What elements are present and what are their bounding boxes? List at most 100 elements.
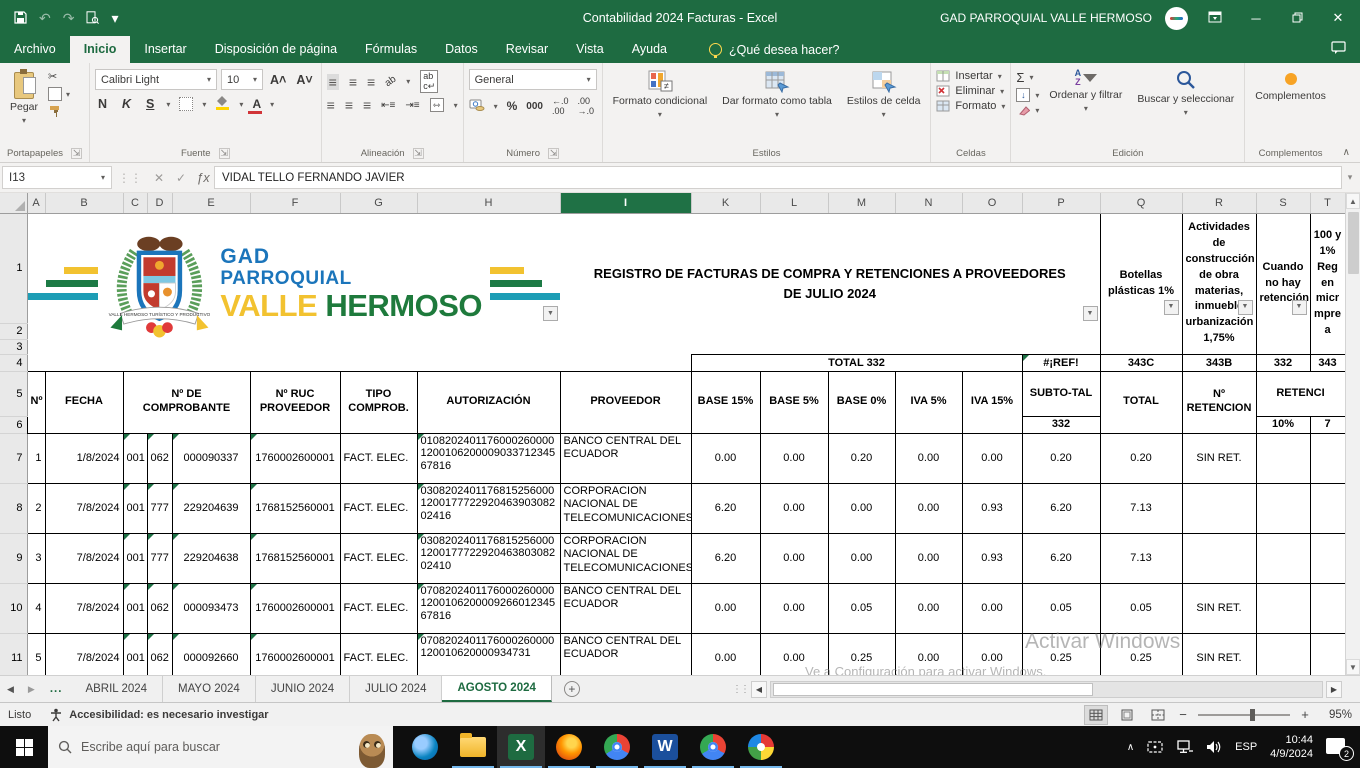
cell-ruc[interactable]: 1768152560001 bbox=[249, 532, 341, 584]
cell-total[interactable]: 0.05 bbox=[1099, 582, 1183, 634]
taskbar-icon-firefox[interactable] bbox=[545, 726, 593, 768]
column-header-M[interactable]: M bbox=[828, 193, 896, 214]
increase-decimal-icon[interactable]: ←.0.00 bbox=[552, 96, 569, 116]
cell-ruc[interactable]: 1760002600001 bbox=[249, 582, 341, 634]
cell-ruc[interactable]: 1760002600001 bbox=[249, 432, 341, 484]
format-cells-button[interactable]: Formato ▾ bbox=[936, 100, 1005, 112]
cell-punto[interactable]: 062 bbox=[146, 582, 173, 634]
cell-retencion[interactable] bbox=[1181, 532, 1257, 584]
cell-base5[interactable]: 0.00 bbox=[759, 482, 829, 534]
sheet-tab-mayo-2024[interactable]: MAYO 2024 bbox=[163, 676, 256, 702]
column-header-H[interactable]: H bbox=[417, 193, 561, 214]
sheet-tab-agosto-2024[interactable]: AGOSTO 2024 bbox=[442, 676, 552, 702]
zoom-level[interactable]: 95% bbox=[1318, 709, 1352, 721]
cell-autorizacion[interactable]: 0308202401176815256000120017772292046380… bbox=[416, 532, 561, 584]
cell-ret10[interactable] bbox=[1255, 632, 1311, 675]
filter-dropdown-icon[interactable]: ▼ bbox=[543, 305, 558, 321]
cell-iva5[interactable]: 0.00 bbox=[894, 482, 963, 534]
volume-icon[interactable] bbox=[1206, 740, 1222, 754]
cell-base5[interactable]: 0.00 bbox=[759, 532, 829, 584]
align-center-icon[interactable]: ≡ bbox=[345, 97, 353, 113]
row-header[interactable]: 2 bbox=[0, 323, 28, 340]
page-layout-view-icon[interactable] bbox=[1115, 705, 1139, 725]
comment-icon[interactable] bbox=[1331, 40, 1346, 59]
zoom-slider[interactable] bbox=[1198, 708, 1290, 721]
header-base5[interactable]: BASE 5% bbox=[759, 370, 829, 434]
horizontal-scroll-thumb[interactable] bbox=[773, 682, 1093, 696]
taskbar-icon-paint[interactable] bbox=[737, 726, 785, 768]
bold-button[interactable]: N bbox=[95, 97, 110, 111]
cell-n[interactable]: 2 bbox=[26, 482, 46, 534]
cell-total[interactable]: 0.25 bbox=[1099, 632, 1183, 675]
cell-subtotal[interactable]: 0.25 bbox=[1021, 632, 1101, 675]
tray-expand-icon[interactable]: ∧ bbox=[1127, 742, 1134, 753]
dialog-launcher-icon[interactable]: ⇲ bbox=[218, 148, 230, 159]
cell-actividades-construccion[interactable]: Actividades de construcción de obra mate… bbox=[1181, 212, 1257, 355]
cell-ret70[interactable] bbox=[1309, 532, 1346, 584]
borders-icon[interactable] bbox=[179, 97, 194, 111]
cell-ret10[interactable] bbox=[1255, 582, 1311, 634]
cell-343c[interactable]: 343C bbox=[1099, 353, 1183, 372]
merge-center-icon[interactable]: ⇿ bbox=[429, 98, 444, 112]
cell-secuencial[interactable]: 229204639 bbox=[171, 482, 251, 534]
accounting-format-icon[interactable] bbox=[469, 99, 485, 114]
cell-punto[interactable]: 777 bbox=[146, 482, 173, 534]
cell-autorizacion[interactable]: 0308202401176815256000120017772292046390… bbox=[416, 482, 561, 534]
align-middle-icon[interactable]: ≡ bbox=[349, 74, 357, 90]
ribbon-tab-datos[interactable]: Datos bbox=[431, 36, 492, 63]
cell-iva15[interactable]: 0.00 bbox=[961, 632, 1023, 675]
cell-343[interactable]: 343 bbox=[1309, 353, 1346, 372]
notification-icon[interactable]: 2 bbox=[1326, 737, 1354, 761]
sheet-nav-right-icon[interactable]: ▶ bbox=[21, 676, 42, 702]
sheet-tab-abril-2024[interactable]: ABRIL 2024 bbox=[70, 676, 164, 702]
cell-base0[interactable]: 0.20 bbox=[827, 432, 896, 484]
header-retenciones[interactable]: RETENCI bbox=[1255, 370, 1346, 417]
decrease-decimal-icon[interactable]: .00 →.0 bbox=[578, 96, 595, 116]
align-top-icon[interactable]: ≡ bbox=[326, 73, 339, 90]
column-header-A[interactable]: A bbox=[27, 193, 46, 214]
cell-retencion[interactable]: SIN RET. bbox=[1181, 582, 1257, 634]
fill-color-icon[interactable] bbox=[215, 95, 230, 113]
ribbon-tab-vista[interactable]: Vista bbox=[562, 36, 618, 63]
autosum-button[interactable]: Σ ▾ bbox=[1016, 70, 1039, 85]
cell-n[interactable]: 4 bbox=[26, 582, 46, 634]
horizontal-scrollbar[interactable]: ⋮⋮ ◀ ▶ bbox=[732, 680, 1342, 698]
taskbar-clock[interactable]: 10:44 4/9/2024 bbox=[1270, 733, 1313, 762]
cell-autorizacion[interactable]: 0708202401176000260000120010620000926601… bbox=[416, 582, 561, 634]
cell-ret70[interactable] bbox=[1309, 632, 1346, 675]
ribbon-tab-insertar[interactable]: Insertar bbox=[130, 36, 200, 63]
cell-ret70[interactable] bbox=[1309, 582, 1346, 634]
column-header-O[interactable]: O bbox=[962, 193, 1023, 214]
column-header-F[interactable]: F bbox=[250, 193, 341, 214]
ribbon-tab-fórmulas[interactable]: Fórmulas bbox=[351, 36, 431, 63]
cell-332[interactable]: 332 bbox=[1255, 353, 1311, 372]
cell-base0[interactable]: 0.00 bbox=[827, 482, 896, 534]
column-header-L[interactable]: L bbox=[760, 193, 829, 214]
cell-ret70[interactable] bbox=[1309, 482, 1346, 534]
font-color-icon[interactable]: A bbox=[248, 97, 263, 114]
cancel-icon[interactable]: ✕ bbox=[148, 171, 170, 185]
cell-fecha[interactable]: 7/8/2024 bbox=[44, 632, 124, 675]
orientation-icon[interactable]: ab bbox=[383, 74, 398, 89]
header-proveedor[interactable]: PROVEEDOR bbox=[559, 370, 692, 434]
cell-tipo[interactable]: FACT. ELEC. bbox=[339, 532, 418, 584]
filter-dropdown-icon[interactable]: ▼ bbox=[1291, 299, 1307, 315]
restore-button[interactable] bbox=[1283, 11, 1311, 26]
decrease-indent-icon[interactable]: ⇤≡ bbox=[381, 100, 395, 111]
align-left-icon[interactable]: ≡ bbox=[327, 97, 335, 113]
cell-styles-button[interactable]: Estilos de celda ▾ bbox=[842, 66, 926, 123]
cell-total-332[interactable]: TOTAL 332 bbox=[690, 353, 1023, 372]
taskbar-icon-edge[interactable] bbox=[401, 726, 449, 768]
grow-font-button[interactable]: A˄ bbox=[267, 73, 289, 87]
number-format-select[interactable]: General ▾ bbox=[468, 69, 597, 90]
align-bottom-icon[interactable]: ≡ bbox=[367, 74, 375, 90]
dialog-launcher-icon[interactable]: ⇲ bbox=[70, 148, 82, 159]
zoom-out-button[interactable]: − bbox=[1177, 707, 1189, 722]
filter-dropdown-icon[interactable]: ▼ bbox=[1163, 299, 1179, 315]
fill-button[interactable]: ↓ ▾ bbox=[1016, 88, 1039, 102]
scroll-down-icon[interactable]: ▼ bbox=[1346, 659, 1360, 675]
dialog-launcher-icon[interactable]: ⇲ bbox=[548, 148, 559, 159]
vertical-scrollbar[interactable]: ▲ ▼ bbox=[1345, 193, 1360, 675]
cell-botellas-plasticas[interactable]: Botellas plásticas 1% ▼ bbox=[1099, 212, 1183, 355]
header-pct10[interactable]: 10% bbox=[1255, 415, 1311, 434]
